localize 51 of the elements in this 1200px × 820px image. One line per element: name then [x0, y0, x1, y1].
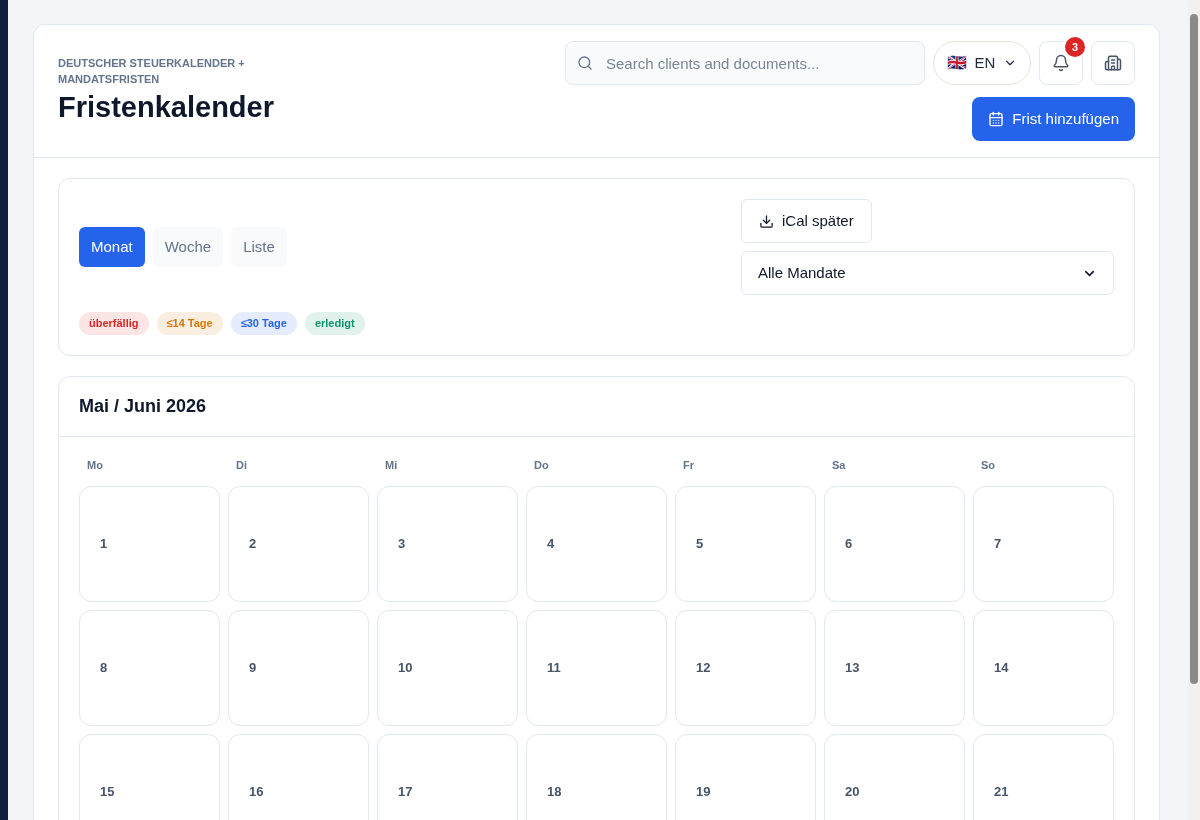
- weekday-label: Mi: [384, 458, 399, 473]
- status-tag: überfällig: [79, 312, 149, 335]
- day-cell[interactable]: 5: [675, 485, 816, 602]
- day-cell[interactable]: 17: [377, 733, 518, 820]
- notification-count: 3: [1065, 37, 1085, 57]
- weekday-label: Sa: [831, 458, 847, 473]
- flag-icon: 🇬🇧: [946, 51, 967, 75]
- day-cell[interactable]: 16: [228, 733, 369, 820]
- weekday-label: Do: [533, 458, 550, 473]
- day-cell[interactable]: 14: [973, 609, 1114, 726]
- status-tag: erledigt: [304, 312, 365, 335]
- day-cell[interactable]: 13: [824, 609, 965, 726]
- calendar-title: Mai / Juni 2026: [79, 395, 207, 418]
- day-cell[interactable]: 4: [526, 485, 667, 602]
- building-icon: [1104, 54, 1122, 72]
- day-cell[interactable]: 18: [526, 733, 667, 820]
- weekday-label: Mo: [86, 458, 104, 473]
- page-title: Fristenkalender: [58, 90, 274, 125]
- weekday-label: So: [980, 458, 997, 473]
- status-tag: ≤30 Tage: [230, 312, 297, 335]
- view-tab[interactable]: Woche: [152, 227, 224, 267]
- weekday-label: Di: [235, 458, 248, 473]
- add-deadline-button[interactable]: Frist hinzufügen: [972, 97, 1135, 141]
- day-cell[interactable]: 6: [824, 485, 965, 602]
- day-cell[interactable]: 11: [526, 609, 667, 726]
- day-cell[interactable]: 3: [377, 485, 518, 602]
- day-cell[interactable]: 10: [377, 609, 518, 726]
- page-eyebrow: DEUTSCHER STEUERKALENDER + MANDATSFRISTEN: [58, 56, 246, 87]
- day-cell[interactable]: 9: [228, 609, 369, 726]
- day-cell[interactable]: 19: [675, 733, 816, 820]
- view-tab[interactable]: Liste: [231, 227, 287, 267]
- ical-export-button[interactable]: iCal später: [741, 199, 872, 243]
- day-cell[interactable]: 7: [973, 485, 1114, 602]
- day-cell[interactable]: 8: [79, 609, 220, 726]
- search-field[interactable]: Search clients and documents...: [565, 41, 925, 85]
- day-cell[interactable]: 20: [824, 733, 965, 820]
- download-icon: [759, 213, 774, 229]
- calendar-icon: [988, 111, 1005, 127]
- status-tag: ≤14 Tage: [156, 312, 223, 335]
- weekday-label: Fr: [682, 458, 695, 473]
- mandate-select[interactable]: Alle Mandate: [741, 251, 1114, 295]
- scrollbar[interactable]: [1188, 0, 1200, 820]
- day-cell[interactable]: 12: [675, 609, 816, 726]
- view-tab[interactable]: Monat: [79, 227, 145, 267]
- bell-icon: [1052, 54, 1070, 72]
- search-icon: [577, 55, 593, 71]
- organization-button[interactable]: [1091, 41, 1135, 85]
- day-cell[interactable]: 15: [79, 733, 220, 820]
- day-cell[interactable]: 2: [228, 485, 369, 602]
- day-cell[interactable]: 1: [79, 485, 220, 602]
- day-cell[interactable]: 21: [973, 733, 1114, 820]
